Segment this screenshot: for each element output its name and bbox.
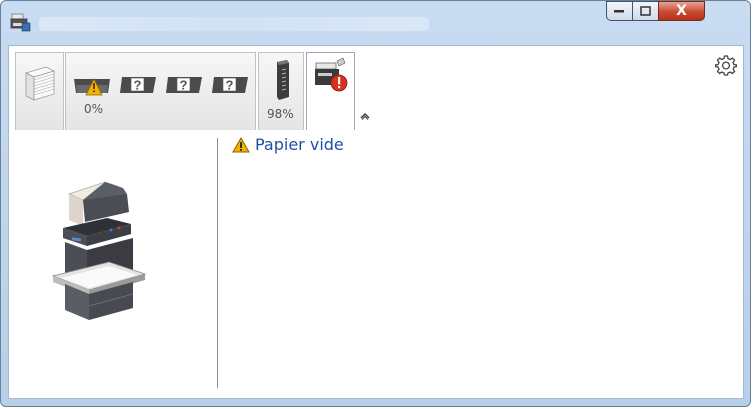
printer-status-window: X 0% ? ? ? 98% Papier vide — [0, 0, 751, 407]
cassette-1-level: 0% — [84, 102, 104, 116]
paper-stack-icon — [24, 66, 56, 101]
toner-icon — [277, 60, 289, 100]
printer-illustration — [51, 181, 147, 320]
close-button[interactable]: X — [658, 1, 705, 21]
svg-text:?: ? — [134, 78, 142, 93]
svg-text:?: ? — [226, 78, 234, 93]
status-panel: Papier vide — [8, 130, 744, 399]
close-icon: X — [676, 3, 687, 19]
unknown-cassette-icon[interactable]: ? — [164, 75, 204, 97]
warning-icon — [232, 136, 250, 152]
tab-device-status[interactable] — [306, 52, 355, 131]
printer-app-icon — [10, 13, 31, 32]
gear-icon[interactable] — [715, 54, 737, 76]
status-toolbar: 0% ? ? ? 98% — [8, 45, 744, 131]
tab-paper[interactable] — [15, 52, 64, 131]
minimize-button[interactable] — [606, 1, 633, 21]
title-bar[interactable]: X — [1, 1, 750, 45]
status-message[interactable]: Papier vide — [232, 135, 344, 154]
tab-cassettes[interactable]: 0% ? ? ? — [65, 52, 256, 131]
toner-level: 98% — [267, 107, 294, 121]
window-title — [39, 17, 429, 31]
status-message-text: Papier vide — [255, 135, 344, 154]
chevron-up-icon[interactable] — [360, 112, 370, 120]
minimize-icon — [614, 10, 624, 13]
panel-divider — [217, 138, 218, 388]
cassette-1[interactable]: 0% — [72, 69, 112, 119]
tab-toner[interactable]: 98% — [258, 52, 304, 131]
maximize-button[interactable] — [632, 1, 659, 21]
paper-cassette-warning-icon — [74, 78, 110, 96]
svg-text:?: ? — [180, 78, 188, 93]
unknown-cassette-icon[interactable]: ? — [210, 75, 250, 97]
printer-error-icon — [315, 57, 348, 92]
unknown-cassette-icon[interactable]: ? — [118, 75, 158, 97]
maximize-icon — [640, 6, 651, 16]
